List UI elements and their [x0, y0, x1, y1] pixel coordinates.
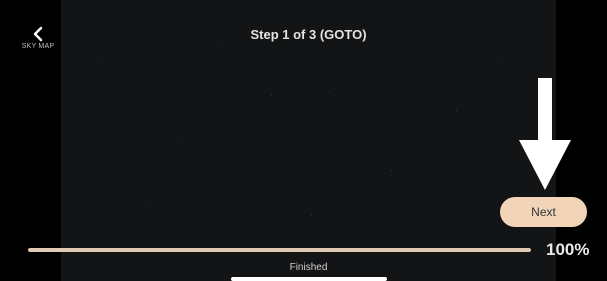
next-button[interactable]: Next — [500, 197, 587, 227]
progress-percent: 100% — [546, 240, 590, 259]
step-title: Step 1 of 3 (GOTO) — [250, 27, 367, 42]
home-indicator[interactable] — [231, 277, 387, 281]
back-label: SKY MAP — [21, 43, 55, 50]
chevron-left-icon — [33, 26, 43, 42]
progress-bar — [28, 248, 531, 252]
back-button[interactable]: SKY MAP — [14, 26, 62, 60]
down-arrow-icon — [519, 78, 571, 190]
progress-fill — [28, 248, 531, 252]
status-text: Finished — [289, 262, 328, 273]
sky-view[interactable] — [61, 0, 556, 281]
